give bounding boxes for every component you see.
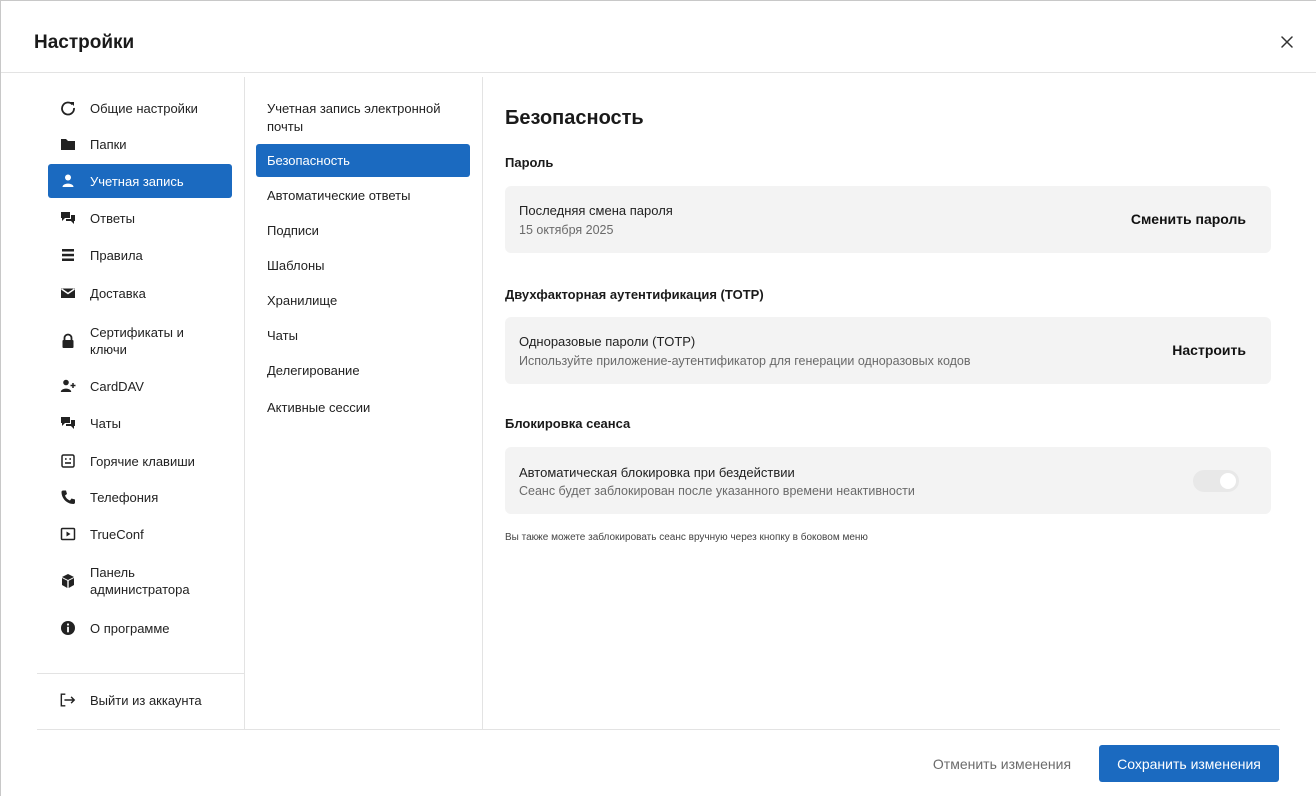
auto-lock-toggle[interactable] [1193, 470, 1239, 492]
sidebar-item-label: Учетная запись [90, 173, 184, 189]
dialog-title: Настройки [34, 32, 135, 53]
subnav-item-email-account[interactable]: Учетная запись электронной почты [256, 97, 470, 139]
subnav-item-auto-replies[interactable]: Автоматические ответы [256, 179, 470, 212]
sidebar-item-telephony[interactable]: Телефония [48, 480, 232, 514]
session-lock-card-description: Сеанс будет заблокирован после указанног… [519, 484, 915, 498]
sidebar-item-hotkeys[interactable]: Горячие клавиши [48, 444, 232, 478]
subnav-item-label: Активные сессии [267, 399, 371, 415]
subnav-item-security[interactable]: Безопасность [256, 144, 470, 177]
password-card: Последняя смена пароля 15 октября 2025 С… [505, 186, 1271, 253]
folder-icon [60, 136, 76, 152]
subnav-item-delegation[interactable]: Делегирование [256, 354, 470, 387]
sidebar-item-label: Телефония [90, 489, 159, 505]
totp-card-title: Одноразовые пароли (TOTP) [519, 334, 696, 349]
save-changes-button[interactable]: Сохранить изменения [1099, 745, 1279, 782]
sidebar-item-label: Чаты [90, 415, 121, 431]
logout-icon [60, 692, 76, 708]
close-button[interactable] [1277, 32, 1297, 52]
subnav-item-label: Шаблоны [267, 257, 325, 273]
subnav-item-active-sessions[interactable]: Активные сессии [256, 391, 470, 424]
logout-button[interactable]: Выйти из аккаунта [48, 683, 232, 717]
cancel-changes-button[interactable]: Отменить изменения [919, 746, 1085, 782]
envelope-icon [60, 285, 76, 301]
sidebar-item-label: TrueConf [90, 526, 144, 542]
close-icon [1281, 36, 1293, 48]
totp-heading: Двухфакторная аутентификация (TOTP) [505, 287, 764, 302]
subnav-item-templates[interactable]: Шаблоны [256, 249, 470, 282]
chats-icon [60, 415, 76, 431]
sidebar-item-certificates[interactable]: Сертификаты и ключи [48, 319, 232, 363]
sidebar-item-label: Ответы [90, 210, 135, 226]
sidebar-item-carddav[interactable]: CardDAV [48, 369, 232, 403]
session-lock-card: Автоматическая блокировка при бездействи… [505, 447, 1271, 514]
totp-card-description: Используйте приложение-аутентификатор дл… [519, 354, 971, 368]
sidebar-item-account[interactable]: Учетная запись [48, 164, 232, 198]
session-lock-card-title: Автоматическая блокировка при бездействи… [519, 465, 795, 480]
subnav-item-storage[interactable]: Хранилище [256, 284, 470, 317]
column-divider [244, 77, 245, 729]
lock-icon [60, 333, 76, 349]
subnav-item-label: Делегирование [267, 362, 360, 378]
sidebar-item-label: Папки [90, 136, 127, 152]
admin-icon [60, 573, 76, 589]
sidebar-item-trueconf[interactable]: TrueConf [48, 517, 232, 551]
sidebar-item-label: Панель администратора [90, 565, 190, 597]
subnav-item-label: Автоматические ответы [267, 187, 411, 203]
session-lock-heading: Блокировка сеанса [505, 416, 631, 431]
subnav-item-label: Учетная запись электронной почты [267, 101, 441, 134]
dialog-header: Настройки [1, 1, 1316, 73]
subnav-item-label: Безопасность [267, 152, 350, 168]
sidebar-item-general[interactable]: Общие настройки [48, 91, 232, 125]
sidebar-item-label: Доставка [90, 285, 146, 301]
sidebar-item-folders[interactable]: Папки [48, 127, 232, 161]
sidebar-item-label: Горячие клавиши [90, 453, 195, 469]
manual-lock-hint: Вы также можете заблокировать сеанс вруч… [505, 532, 868, 543]
refresh-icon [60, 100, 76, 116]
footer-divider [37, 729, 1280, 730]
add-user-icon [60, 378, 76, 394]
subnav-item-label: Хранилище [267, 292, 338, 308]
sidebar-item-about[interactable]: О программе [48, 611, 232, 645]
sidebar-item-label: Сертификаты и ключи [90, 325, 184, 357]
subnav-item-signatures[interactable]: Подписи [256, 214, 470, 247]
column-divider [482, 77, 483, 729]
subnav-item-label: Чаты [267, 327, 298, 343]
settings-dialog: Настройки Общие настройки Папки Учетная … [0, 0, 1316, 796]
video-icon [60, 526, 76, 542]
chat-icon [60, 210, 76, 226]
phone-icon [60, 489, 76, 505]
sidebar-item-label: О программе [90, 620, 170, 636]
password-last-changed: 15 октября 2025 [519, 223, 614, 237]
sidebar-item-admin-panel[interactable]: Панель администратора [48, 559, 232, 603]
sidebar-item-label: Общие настройки [90, 100, 198, 116]
password-card-title: Последняя смена пароля [519, 203, 673, 218]
page-title: Безопасность [505, 107, 644, 129]
configure-totp-button[interactable]: Настроить [1172, 342, 1246, 358]
subnav-item-chats[interactable]: Чаты [256, 319, 470, 352]
change-password-button[interactable]: Сменить пароль [1131, 211, 1246, 227]
password-heading: Пароль [505, 155, 554, 170]
sidebar-item-label: CardDAV [90, 378, 144, 394]
user-icon [60, 173, 76, 189]
sidebar-item-chats[interactable]: Чаты [48, 406, 232, 440]
totp-card: Одноразовые пароли (TOTP) Используйте пр… [505, 317, 1271, 384]
rules-icon [60, 247, 76, 263]
toggle-knob [1220, 473, 1236, 489]
subnav-item-label: Подписи [267, 222, 319, 238]
sidebar-item-delivery[interactable]: Доставка [48, 276, 232, 310]
logout-label: Выйти из аккаунта [90, 692, 202, 708]
sidebar-divider [37, 673, 244, 674]
keyboard-icon [60, 453, 76, 469]
sidebar-item-replies[interactable]: Ответы [48, 201, 232, 235]
sidebar-item-rules[interactable]: Правила [48, 238, 232, 272]
info-icon [60, 620, 76, 636]
sidebar-item-label: Правила [90, 247, 143, 263]
